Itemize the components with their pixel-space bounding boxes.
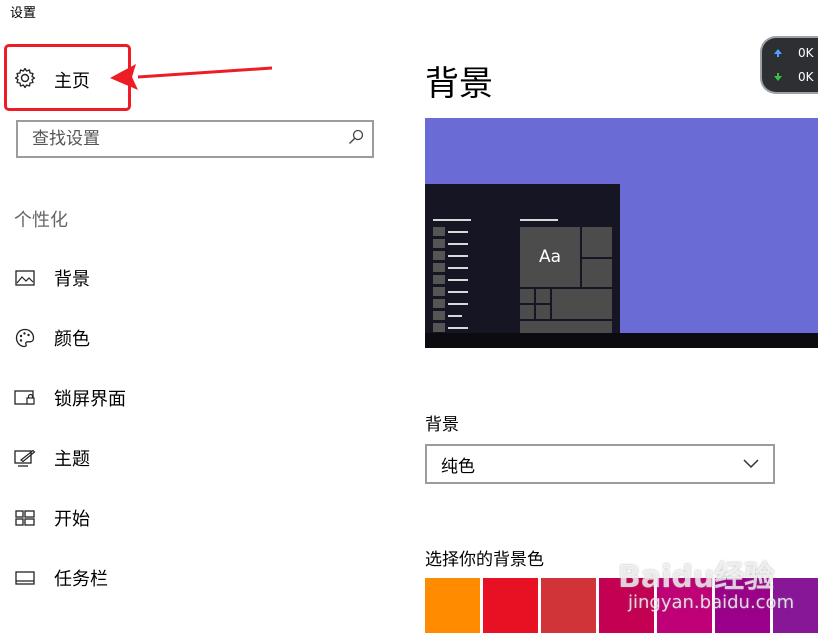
- arrow-down-icon: [774, 70, 782, 84]
- search-box[interactable]: [16, 120, 374, 158]
- sidebar-item-label: 颜色: [54, 329, 90, 350]
- sidebar-item-label: 主题: [54, 449, 90, 470]
- network-speed-widget[interactable]: 0K 0K: [762, 38, 818, 92]
- sidebar-item-label: 开始: [54, 509, 90, 530]
- picture-icon: [14, 267, 36, 289]
- start-icon: [14, 507, 36, 529]
- background-type-label: 背景: [425, 415, 459, 435]
- window-title: 设置: [10, 6, 37, 21]
- chevron-down-icon: [743, 454, 759, 474]
- taskbar-icon: [14, 567, 36, 589]
- theme-icon: [14, 447, 36, 469]
- sidebar-item-colors[interactable]: 颜色: [14, 308, 126, 368]
- search-icon[interactable]: [348, 129, 364, 149]
- search-input[interactable]: [32, 129, 348, 149]
- arrow-up-icon: [774, 46, 782, 60]
- preview-taskbar: [425, 333, 818, 348]
- color-swatch[interactable]: [425, 578, 480, 633]
- sidebar-item-label: 任务栏: [54, 569, 108, 590]
- background-preview: Aa: [425, 118, 818, 348]
- sidebar-item-label: 背景: [54, 269, 90, 290]
- sidebar-nav: 背景 颜色 锁屏界面 主题 开始 任务栏: [14, 248, 126, 608]
- color-swatch[interactable]: [483, 578, 538, 633]
- color-picker-label: 选择你的背景色: [425, 550, 544, 570]
- background-type-select[interactable]: 纯色: [425, 444, 775, 484]
- sidebar-item-lock-screen[interactable]: 锁屏界面: [14, 368, 126, 428]
- download-speed: 0K: [798, 70, 814, 84]
- annotation-arrow: [108, 58, 274, 102]
- preview-sample-text: Aa: [538, 247, 562, 267]
- watermark-url: jingyan.baidu.com: [628, 592, 795, 613]
- lock-screen-icon: [14, 387, 36, 409]
- page-title: 背景: [425, 64, 493, 104]
- sidebar-item-background[interactable]: 背景: [14, 248, 126, 308]
- sidebar-item-taskbar[interactable]: 任务栏: [14, 548, 126, 608]
- color-swatch[interactable]: [541, 578, 596, 633]
- palette-icon: [14, 327, 36, 349]
- sidebar-item-label: 锁屏界面: [54, 389, 126, 410]
- watermark-brand: Baidu经验: [618, 560, 775, 595]
- section-title-personalization: 个性化: [14, 210, 68, 231]
- sidebar-item-themes[interactable]: 主题: [14, 428, 126, 488]
- background-type-value: 纯色: [441, 456, 475, 477]
- upload-speed: 0K: [798, 46, 814, 60]
- sidebar-item-start[interactable]: 开始: [14, 488, 126, 548]
